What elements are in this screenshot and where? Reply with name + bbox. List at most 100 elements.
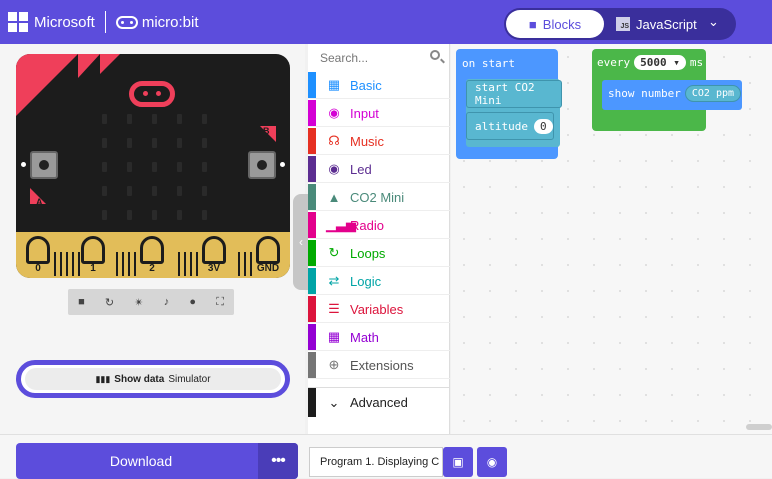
github-icon: ◉ <box>486 455 498 469</box>
altitude-block[interactable]: altitude 0 <box>466 112 554 140</box>
toolbox: Search... ▦ Basic ◉ Input ☊ Music ◉ Led … <box>308 44 450 434</box>
button-b-indicator <box>280 162 285 167</box>
category-color-bar <box>308 212 316 238</box>
pin-label: 1 <box>90 263 96 274</box>
more-options-button[interactable]: ••• <box>258 443 298 479</box>
every-label: every <box>597 56 631 69</box>
brand-divider <box>104 11 106 33</box>
pin-strip <box>134 252 136 276</box>
pin-strip <box>128 252 130 276</box>
button-a-indicator <box>21 162 26 167</box>
category-label: CO2 Mini <box>350 189 405 205</box>
category-input[interactable]: ◉ Input <box>308 100 450 127</box>
show-number-block[interactable]: show number CO2 ppm <box>602 80 742 110</box>
save-button[interactable]: ▣ <box>443 447 473 477</box>
category-music[interactable]: ☊ Music <box>308 128 450 155</box>
microbit-logo-icon <box>115 15 138 29</box>
chevron-left-icon: ‹ <box>299 235 303 249</box>
chevron-down-icon[interactable]: ⌄ <box>708 14 719 30</box>
fullscreen-icon[interactable]: ⛶ <box>216 296 224 309</box>
altitude-label: altitude <box>475 119 528 133</box>
pin-3v[interactable] <box>202 236 226 264</box>
every-interval-value: 5000 <box>640 56 667 69</box>
show-number-row: show number CO2 ppm <box>608 85 742 102</box>
shuffle-icon: ⇄ <box>328 273 340 288</box>
led <box>177 138 182 148</box>
category-variables[interactable]: ☰ Variables <box>308 296 450 323</box>
headphones-icon: ☊ <box>328 133 340 148</box>
editor-mode-switch: ■ Blocks JS JavaScript ⌄ <box>504 8 736 40</box>
category-basic[interactable]: ▦ Basic <box>308 72 450 99</box>
search-icon[interactable] <box>430 50 440 60</box>
category-label: Loops <box>350 245 386 261</box>
pin-strip <box>66 252 68 276</box>
ms-label: ms <box>689 56 704 69</box>
button-a[interactable] <box>30 151 58 179</box>
start-co2-mini-block[interactable]: start CO2 Mini <box>466 80 562 108</box>
pin-strip <box>196 252 198 276</box>
bar-chart-icon: ▮▮▮ <box>95 373 111 384</box>
pin-1[interactable] <box>81 236 105 264</box>
pin-strip <box>72 252 74 276</box>
restart-icon[interactable]: ↻ <box>105 296 114 309</box>
button-b-label: B <box>263 126 270 136</box>
puzzle-icon: ■ <box>528 16 537 32</box>
mute-icon[interactable]: ♪ <box>164 296 170 308</box>
microsoft-logo-icon <box>8 12 28 32</box>
github-button[interactable]: ◉ <box>477 447 507 477</box>
brand[interactable]: Microsoft micro:bit <box>8 10 199 34</box>
search-placeholder: Search... <box>320 51 369 65</box>
stop-icon[interactable]: ■ <box>78 296 85 308</box>
toolbox-search-input[interactable]: Search... <box>308 44 450 72</box>
led <box>127 114 132 124</box>
button-b[interactable] <box>248 151 276 179</box>
category-color-bar <box>308 156 316 182</box>
pin-2[interactable] <box>140 236 164 264</box>
category-label: Radio <box>350 217 384 233</box>
pin-strip <box>122 252 124 276</box>
category-label: Music <box>350 133 384 149</box>
microbit-board: A B 0 1 2 3V GND <box>16 54 290 278</box>
javascript-tab[interactable]: JS JavaScript <box>616 10 704 38</box>
target-icon: ◉ <box>328 105 340 120</box>
category-loops[interactable]: ↻ Loops <box>308 240 450 267</box>
dropdown-arrow-icon: ▾ <box>673 56 680 69</box>
pin-0[interactable] <box>26 236 50 264</box>
pin-strip <box>184 252 186 276</box>
category-co2-mini[interactable]: ▲ CO2 Mini <box>308 184 450 211</box>
pin-gnd[interactable] <box>256 236 280 264</box>
screenshot-icon[interactable]: ● <box>189 296 196 308</box>
blocks-tab[interactable]: ■ Blocks <box>506 10 604 38</box>
category-radio[interactable]: ▁▃▅ Radio <box>308 212 450 239</box>
workspace-scrollbar[interactable] <box>746 424 772 430</box>
category-advanced[interactable]: ⌄ Advanced <box>308 387 450 417</box>
brand-microbit: micro:bit <box>141 13 199 31</box>
altitude-value-input[interactable]: 0 <box>533 118 553 134</box>
led <box>102 138 107 148</box>
pin-strip <box>178 252 180 276</box>
category-label: Basic <box>350 77 382 93</box>
pin-strip <box>116 252 118 276</box>
collapse-simulator-button[interactable]: ‹ <box>293 194 309 290</box>
board-decoration <box>100 54 120 74</box>
microbit-logo-touch-icon[interactable] <box>129 81 175 107</box>
start-co2-label: start CO2 Mini <box>475 81 535 107</box>
led <box>152 114 157 124</box>
led <box>102 210 107 220</box>
category-math[interactable]: ▦ Math <box>308 324 450 351</box>
category-led[interactable]: ◉ Led <box>308 156 450 183</box>
co2-ppm-reporter[interactable]: CO2 ppm <box>684 85 742 102</box>
category-color-bar <box>308 296 316 322</box>
category-extensions[interactable]: ⊕ Extensions <box>308 352 450 379</box>
project-name-input[interactable]: Program 1. Displaying C <box>309 447 443 477</box>
led <box>202 210 207 220</box>
show-data-button[interactable]: ▮▮▮ Show data Simulator <box>16 360 290 398</box>
pin-strip <box>190 252 192 276</box>
category-logic[interactable]: ⇄ Logic <box>308 268 450 295</box>
category-label: Input <box>350 105 379 121</box>
button-a-label: A <box>36 197 43 207</box>
download-button[interactable]: Download ••• <box>16 443 298 479</box>
led <box>177 114 182 124</box>
every-interval-dropdown[interactable]: 5000 ▾ <box>634 55 686 70</box>
debug-icon[interactable]: ✴ <box>134 296 143 309</box>
